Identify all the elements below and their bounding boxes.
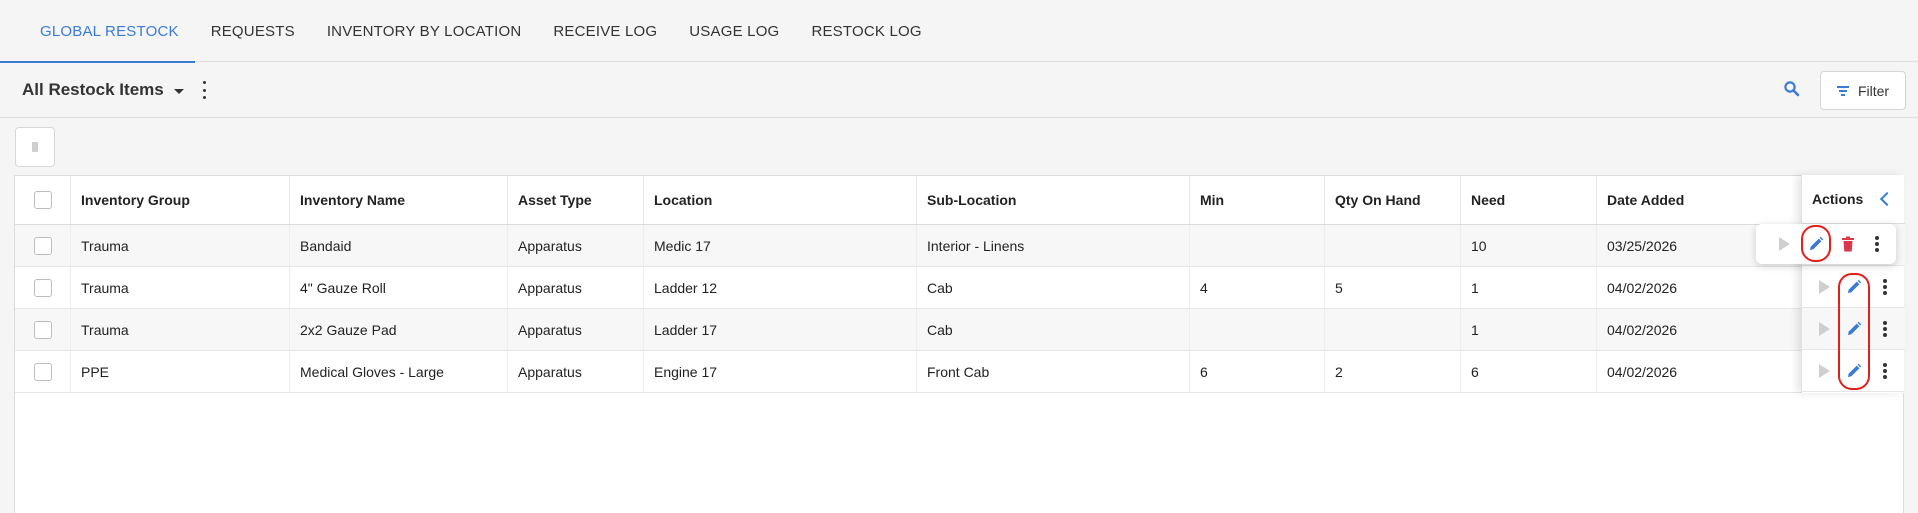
- col-inventory-group[interactable]: Inventory Group: [70, 176, 289, 224]
- search-icon[interactable]: [1783, 80, 1801, 98]
- table-row[interactable]: PPE Medical Gloves - Large Apparatus Eng…: [15, 351, 1903, 393]
- row-checkbox-cell: [15, 351, 70, 392]
- cell-date-added: 04/02/2026: [1596, 309, 1816, 350]
- row-checkbox-cell: [15, 309, 70, 350]
- edit-highlight-annotation: [1838, 273, 1870, 390]
- cell-need: 6: [1460, 351, 1596, 392]
- play-icon[interactable]: [1779, 237, 1790, 251]
- bulk-action-button[interactable]: [15, 127, 55, 167]
- col-need[interactable]: Need: [1460, 176, 1596, 224]
- view-title: All Restock Items: [22, 80, 164, 99]
- col-date-added[interactable]: Date Added: [1596, 176, 1816, 224]
- filter-button[interactable]: Filter: [1820, 71, 1906, 110]
- cell-asset-type: Apparatus: [507, 351, 643, 392]
- filter-icon: [1836, 86, 1849, 96]
- cell-min: 6: [1189, 351, 1324, 392]
- filter-label: Filter: [1857, 82, 1890, 99]
- more-icon[interactable]: [1874, 236, 1880, 252]
- row-checkbox[interactable]: [33, 236, 52, 255]
- tab-inventory-by-location[interactable]: INVENTORY BY LOCATION: [311, 0, 538, 62]
- cell-need: 1: [1460, 267, 1596, 308]
- cell-sub-location: Cab: [916, 267, 1189, 308]
- play-icon[interactable]: [1819, 322, 1830, 336]
- table-row[interactable]: Trauma 2x2 Gauze Pad Apparatus Ladder 17…: [15, 309, 1903, 351]
- cell-inventory-name: 4" Gauze Roll: [289, 267, 507, 308]
- restock-table: Inventory Group Inventory Name Asset Typ…: [14, 175, 1904, 513]
- cell-asset-type: Apparatus: [507, 225, 643, 266]
- cell-inventory-group: PPE: [70, 351, 289, 392]
- row-checkbox[interactable]: [33, 320, 52, 339]
- header-checkbox-cell: [15, 176, 70, 224]
- row-checkbox-cell: [15, 225, 70, 266]
- col-inventory-name[interactable]: Inventory Name: [289, 176, 507, 224]
- col-qty-on-hand[interactable]: Qty On Hand: [1324, 176, 1460, 224]
- more-icon[interactable]: [1882, 363, 1888, 379]
- cell-location: Medic 17: [643, 225, 916, 266]
- tab-usage-log[interactable]: USAGE LOG: [673, 0, 795, 62]
- table-row[interactable]: Trauma 4" Gauze Roll Apparatus Ladder 12…: [15, 267, 1903, 309]
- more-icon[interactable]: [1882, 321, 1888, 337]
- tab-bar: GLOBAL RESTOCK REQUESTS INVENTORY BY LOC…: [0, 0, 1918, 63]
- row-checkbox[interactable]: [33, 278, 52, 297]
- cell-asset-type: Apparatus: [507, 267, 643, 308]
- col-asset-type[interactable]: Asset Type: [507, 176, 643, 224]
- cell-inventory-name: Medical Gloves - Large: [289, 351, 507, 392]
- cell-inventory-group: Trauma: [70, 309, 289, 350]
- cell-qty-on-hand: [1324, 309, 1460, 350]
- cell-inventory-group: Trauma: [70, 267, 289, 308]
- cell-inventory-group: Trauma: [70, 225, 289, 266]
- select-all-checkbox[interactable]: [33, 191, 52, 209]
- cell-need: 10: [1460, 225, 1596, 266]
- cell-inventory-name: 2x2 Gauze Pad: [289, 309, 507, 350]
- play-icon[interactable]: [1819, 280, 1830, 294]
- view-selector[interactable]: All Restock Items: [22, 80, 184, 100]
- col-sub-location[interactable]: Sub-Location: [916, 176, 1189, 224]
- cell-date-added: 04/02/2026: [1596, 267, 1816, 308]
- table-header: Inventory Group Inventory Name Asset Typ…: [15, 176, 1903, 225]
- actions-label: Actions: [1812, 191, 1864, 207]
- col-location[interactable]: Location: [643, 176, 916, 224]
- cell-min: [1189, 225, 1324, 266]
- cell-inventory-name: Bandaid: [289, 225, 507, 266]
- row-checkbox-cell: [15, 267, 70, 308]
- tab-requests[interactable]: REQUESTS: [195, 0, 311, 62]
- cell-sub-location: Interior - Linens: [916, 225, 1189, 266]
- more-icon[interactable]: [1882, 279, 1888, 295]
- cell-min: 4: [1189, 267, 1324, 308]
- row-checkbox[interactable]: [33, 362, 52, 381]
- cell-qty-on-hand: 5: [1324, 267, 1460, 308]
- cell-asset-type: Apparatus: [507, 309, 643, 350]
- cell-location: Ladder 12: [643, 267, 916, 308]
- edit-highlight-annotation: [1801, 225, 1831, 262]
- cell-qty-on-hand: [1324, 225, 1460, 266]
- cell-qty-on-hand: 2: [1324, 351, 1460, 392]
- view-more-icon[interactable]: [199, 81, 209, 99]
- cell-location: Ladder 17: [643, 309, 916, 350]
- col-min[interactable]: Min: [1189, 176, 1324, 224]
- table-row[interactable]: Trauma Bandaid Apparatus Medic 17 Interi…: [15, 225, 1903, 267]
- tab-receive-log[interactable]: RECEIVE LOG: [537, 0, 673, 62]
- tab-global-restock[interactable]: GLOBAL RESTOCK: [0, 0, 195, 63]
- bulk-action-icon: [32, 142, 38, 152]
- cell-need: 1: [1460, 309, 1596, 350]
- cell-location: Engine 17: [643, 351, 916, 392]
- cell-date-added: 04/02/2026: [1596, 351, 1816, 392]
- cell-min: [1189, 309, 1324, 350]
- trash-icon[interactable]: [1841, 236, 1855, 252]
- cell-sub-location: Cab: [916, 309, 1189, 350]
- tab-restock-log[interactable]: RESTOCK LOG: [795, 0, 937, 62]
- toolbar: All Restock Items: [0, 62, 1918, 118]
- caret-down-icon: [173, 88, 184, 94]
- play-icon[interactable]: [1819, 364, 1830, 378]
- cell-sub-location: Front Cab: [916, 351, 1189, 392]
